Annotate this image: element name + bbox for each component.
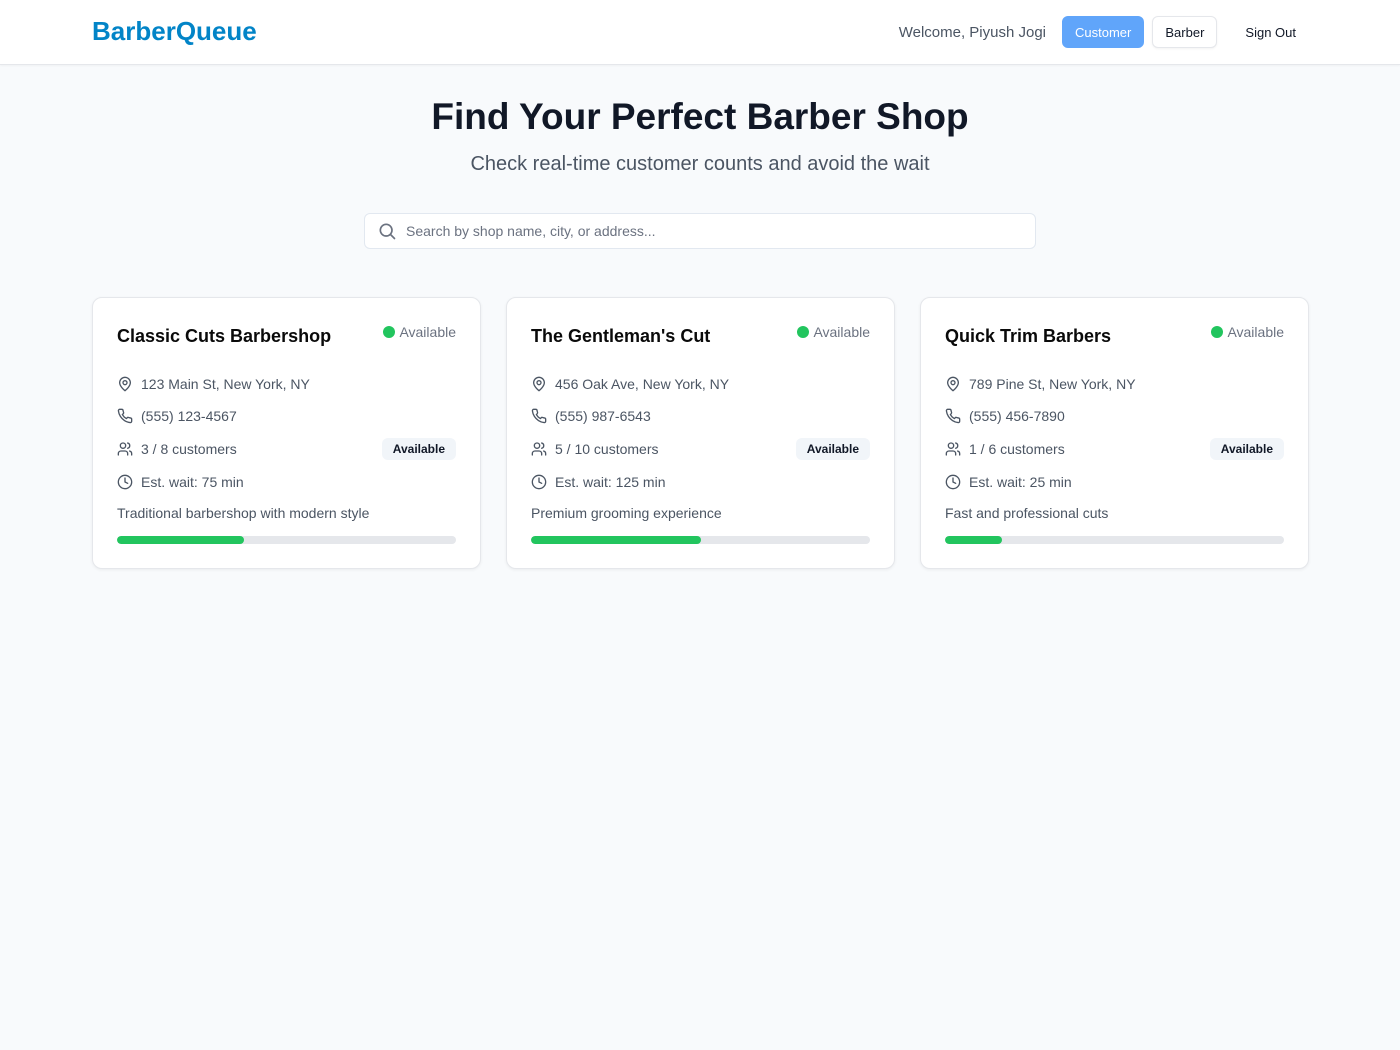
search-bar <box>364 213 1036 249</box>
shop-wait-row: Est. wait: 125 min <box>531 472 870 492</box>
shop-name: Classic Cuts Barbershop <box>117 326 332 346</box>
occupancy-progress-fill <box>945 536 1002 544</box>
users-icon <box>117 441 133 457</box>
shop-status: Available <box>1211 324 1284 340</box>
shop-wait-time: Est. wait: 25 min <box>969 474 1072 490</box>
brand-logo[interactable]: BarberQueue <box>92 16 257 47</box>
sign-out-button[interactable]: Sign Out <box>1233 16 1308 48</box>
users-icon <box>945 441 961 457</box>
shop-phone-row: (555) 987-6543 <box>531 406 870 426</box>
shop-wait-row: Est. wait: 75 min <box>117 472 456 492</box>
shop-name: The Gentleman's Cut <box>531 326 711 346</box>
page-subtitle: Check real-time customer counts and avoi… <box>470 153 930 175</box>
availability-badge: Available <box>381 438 456 460</box>
shop-wait-time: Est. wait: 75 min <box>141 474 244 490</box>
shop-phone: (555) 456-7890 <box>969 408 1065 424</box>
users-icon <box>531 441 547 457</box>
shop-customers-row: 3 / 8 customers Available <box>117 438 456 460</box>
status-dot-icon <box>1211 326 1224 338</box>
page-title: Find Your Perfect Barber Shop <box>431 96 969 137</box>
shop-status: Available <box>797 324 870 340</box>
clock-icon <box>945 474 961 490</box>
status-dot-icon <box>383 326 396 338</box>
phone-icon <box>531 408 547 424</box>
barber-role-button[interactable]: Barber <box>1152 16 1218 48</box>
shop-name: Quick Trim Barbers <box>945 326 1112 346</box>
shop-customer-count: 3 / 8 customers <box>141 441 237 457</box>
shop-phone-row: (555) 456-7890 <box>945 406 1284 426</box>
shop-address: 456 Oak Ave, New York, NY <box>555 376 730 392</box>
shop-phone: (555) 987-6543 <box>555 408 651 424</box>
status-label: Available <box>813 324 870 340</box>
shop-description: Traditional barbershop with modern style <box>117 505 370 521</box>
shop-description: Premium grooming experience <box>531 505 722 521</box>
status-dot-icon <box>797 326 810 338</box>
shop-wait-time: Est. wait: 125 min <box>555 474 666 490</box>
occupancy-progress-fill <box>531 536 701 544</box>
shop-description: Fast and professional cuts <box>945 505 1109 521</box>
shop-phone-row: (555) 123-4567 <box>117 406 456 426</box>
clock-icon <box>117 474 133 490</box>
nav-actions: Welcome, Piyush Jogi Customer Barber Sig… <box>899 16 1308 48</box>
welcome-text: Welcome, Piyush Jogi <box>898 23 1047 41</box>
occupancy-progress-bar <box>531 536 870 544</box>
search-input[interactable] <box>406 216 1035 246</box>
shop-phone: (555) 123-4567 <box>141 408 237 424</box>
occupancy-progress-bar <box>117 536 456 544</box>
shop-address: 789 Pine St, New York, NY <box>969 376 1136 392</box>
occupancy-progress-fill <box>117 536 245 544</box>
shop-card[interactable]: Quick Trim Barbers Available 789 Pine St… <box>920 297 1309 569</box>
shop-status: Available <box>383 324 456 340</box>
shop-card-list: Classic Cuts Barbershop Available 123 Ma… <box>92 297 1309 569</box>
availability-badge: Available <box>795 438 870 460</box>
shop-address-row: 456 Oak Ave, New York, NY <box>531 374 870 394</box>
search-icon <box>377 221 397 241</box>
map-pin-icon <box>117 376 133 392</box>
clock-icon <box>531 474 547 490</box>
shop-address-row: 123 Main St, New York, NY <box>117 374 456 394</box>
shop-card[interactable]: The Gentleman's Cut Available 456 Oak Av… <box>506 297 895 569</box>
shop-customer-count: 5 / 10 customers <box>555 441 659 457</box>
status-label: Available <box>1227 324 1284 340</box>
availability-badge: Available <box>1209 438 1284 460</box>
map-pin-icon <box>945 376 961 392</box>
shop-address-row: 789 Pine St, New York, NY <box>945 374 1284 394</box>
shop-wait-row: Est. wait: 25 min <box>945 472 1284 492</box>
status-label: Available <box>399 324 456 340</box>
phone-icon <box>117 408 133 424</box>
shop-customers-row: 5 / 10 customers Available <box>531 438 870 460</box>
shop-address: 123 Main St, New York, NY <box>141 376 310 392</box>
shop-customer-count: 1 / 6 customers <box>969 441 1065 457</box>
occupancy-progress-bar <box>945 536 1284 544</box>
hero-section: Find Your Perfect Barber Shop Check real… <box>0 95 1400 177</box>
map-pin-icon <box>531 376 547 392</box>
shop-card[interactable]: Classic Cuts Barbershop Available 123 Ma… <box>92 297 481 569</box>
shop-customers-row: 1 / 6 customers Available <box>945 438 1284 460</box>
customer-role-button[interactable]: Customer <box>1062 16 1145 48</box>
navbar: BarberQueue Welcome, Piyush Jogi Custome… <box>0 0 1400 65</box>
phone-icon <box>945 408 961 424</box>
